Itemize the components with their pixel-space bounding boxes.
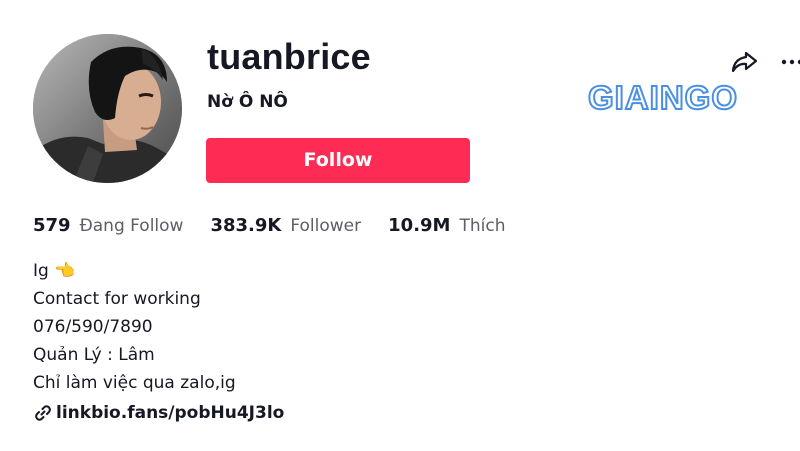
- more-icon[interactable]: [780, 52, 800, 72]
- bio-line: Ig 👈: [33, 261, 76, 281]
- bio-line: Chỉ làm việc qua zalo,ig: [33, 373, 236, 393]
- stat-label: Follower: [290, 216, 362, 236]
- bio-link[interactable]: linkbio.fans/pobHu4J3lo: [34, 403, 284, 423]
- bio: Ig 👈 Contact for working 076/590/7890 Qu…: [33, 257, 236, 397]
- bio-line: Quản Lý : Lâm: [33, 345, 155, 365]
- stat-following[interactable]: 579 Đang Follow: [33, 215, 183, 236]
- bio-line: Contact for working: [33, 289, 201, 309]
- watermark-text: GIAINGO: [588, 79, 738, 116]
- username: tuanbrice: [207, 36, 371, 77]
- stat-value: 383.9K: [210, 215, 282, 236]
- stat-value: 579: [33, 215, 71, 236]
- stats-row: 579 Đang Follow 383.9K Follower 10.9M Th…: [33, 215, 532, 241]
- stat-likes: 10.9M Thích: [388, 215, 505, 236]
- avatar-image: [33, 34, 182, 183]
- stat-label: Thích: [459, 216, 506, 236]
- follow-button[interactable]: Follow: [206, 138, 470, 183]
- avatar[interactable]: [33, 34, 182, 183]
- bio-link-text[interactable]: linkbio.fans/pobHu4J3lo: [56, 403, 284, 423]
- stat-followers[interactable]: 383.9K Follower: [210, 215, 361, 236]
- stat-label: Đang Follow: [79, 216, 184, 236]
- share-icon[interactable]: [729, 47, 759, 77]
- bio-line: 076/590/7890: [33, 317, 153, 337]
- watermark-logo: GIAINGO: [586, 78, 751, 117]
- link-icon: [34, 404, 52, 422]
- nickname: Nờ Ô NÔ: [207, 92, 288, 112]
- stat-value: 10.9M: [388, 215, 451, 236]
